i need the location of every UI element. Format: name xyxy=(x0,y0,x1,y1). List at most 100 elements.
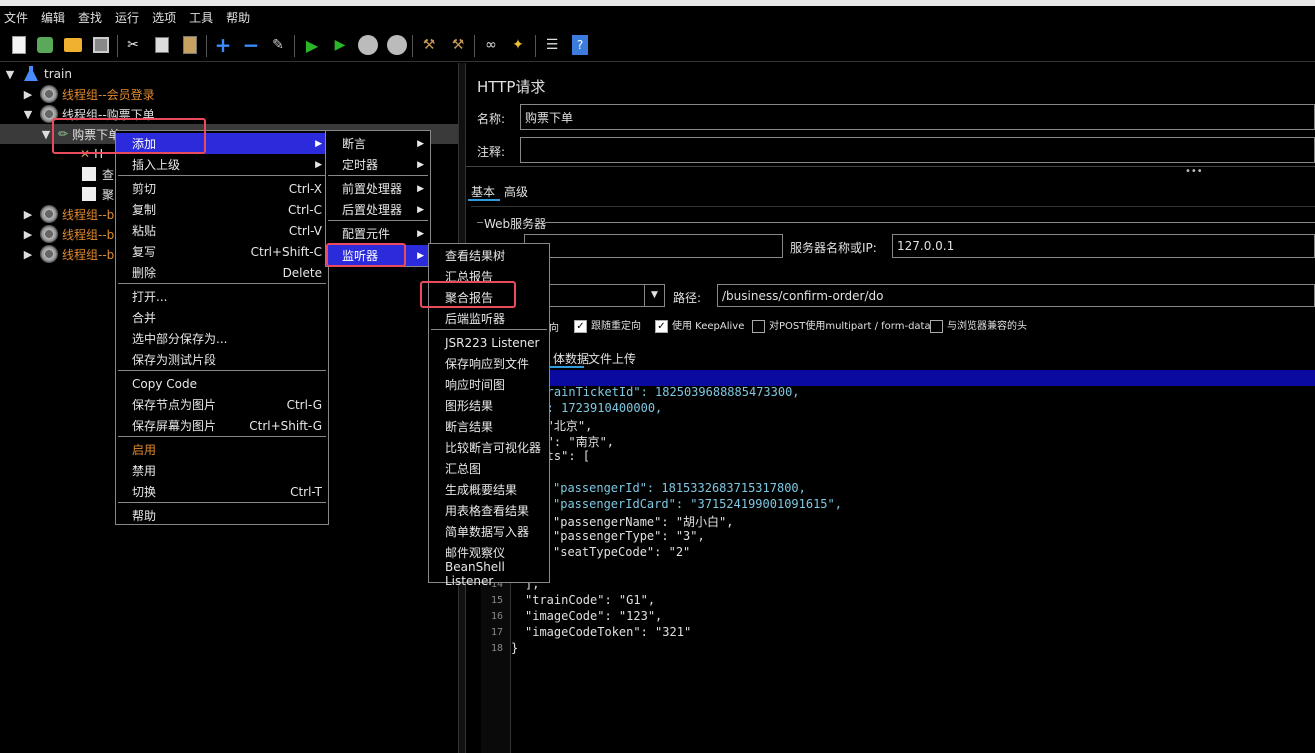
name-field[interactable]: 购票下单 xyxy=(520,104,1315,130)
ctx-item[interactable]: 剪切 Ctrl-X xyxy=(116,178,328,199)
add-submenu-item[interactable]: 定时器 ▶ xyxy=(326,154,430,175)
ctx-item-label: 选中部分保存为... xyxy=(132,332,228,346)
menu-tools[interactable]: 工具 xyxy=(189,9,213,26)
shortcut-label: Ctrl-V xyxy=(288,223,322,238)
stop-icon[interactable] xyxy=(357,34,379,56)
listener-submenu-item[interactable]: JSR223 Listener xyxy=(429,332,549,353)
menu-file[interactable]: 文件 xyxy=(4,9,28,26)
ctx-item[interactable]: 保存屏幕为图片 Ctrl+Shift-G xyxy=(116,415,328,436)
tree-root[interactable]: ▼ train xyxy=(0,64,458,84)
ctx-item[interactable]: 复写 Ctrl+Shift-C xyxy=(116,241,328,262)
body-editor[interactable]: lyTrainTicketId": 1825039688885473300, te… xyxy=(481,370,1315,753)
paste-icon[interactable] xyxy=(179,34,201,56)
thread-group-icon xyxy=(40,85,58,103)
chevron-down-icon[interactable]: ▼ xyxy=(644,285,664,306)
new-icon[interactable] xyxy=(8,34,30,56)
clear-all-icon[interactable]: ⚒ xyxy=(447,34,469,56)
protocol-field[interactable] xyxy=(524,234,783,258)
ctx-item[interactable]: 合并 xyxy=(116,307,328,328)
toggle-icon[interactable]: ✎ xyxy=(267,34,289,56)
listener-submenu-item[interactable]: 保存响应到文件 xyxy=(429,353,549,374)
tab-advanced[interactable]: 高级 xyxy=(504,183,528,200)
listener-submenu-item[interactable]: 用表格查看结果 xyxy=(429,500,549,521)
listener-submenu-item[interactable]: 比较断言可视化器 xyxy=(429,437,549,458)
shortcut-label: Delete xyxy=(282,265,322,280)
listener-submenu-item[interactable]: 响应时间图 xyxy=(429,374,549,395)
templates-icon[interactable] xyxy=(34,34,56,56)
ctx-item[interactable]: 帮助 xyxy=(116,505,328,526)
start-no-pause-icon[interactable]: ▶ xyxy=(329,34,351,56)
listener-icon xyxy=(82,167,96,181)
function-helper-icon[interactable]: ☰ xyxy=(541,34,563,56)
save-icon[interactable] xyxy=(90,34,112,56)
ctx-item-label: 保存屏幕为图片 xyxy=(132,419,217,433)
cut-icon[interactable]: ✂ xyxy=(122,34,144,56)
ctx-item-label: 禁用 xyxy=(132,464,157,478)
toolbar: ✂ + − ✎ ▶ ▶ ⚒ ⚒ ∞ ✦ ☰ ? xyxy=(0,28,1315,62)
copy-icon[interactable] xyxy=(151,34,173,56)
ctx-item[interactable]: 选中部分保存为... xyxy=(116,328,328,349)
browser-headers-checkbox[interactable]: 与浏览器兼容的头 xyxy=(930,317,1027,333)
tab-body-data[interactable]: 体数据 xyxy=(553,350,589,367)
shutdown-icon[interactable] xyxy=(386,34,408,56)
ctx-item[interactable]: 保存为测试片段 xyxy=(116,349,328,370)
menu-help[interactable]: 帮助 xyxy=(226,9,250,26)
code-line: "imageCode": "123", xyxy=(525,609,663,623)
ctx-item[interactable]: 复制 Ctrl-C xyxy=(116,199,328,220)
add-submenu-item[interactable]: 后置处理器 ▶ xyxy=(326,199,430,220)
listener-submenu-item[interactable]: 生成概要结果 xyxy=(429,479,549,500)
highlight-listener xyxy=(326,243,406,267)
reset-search-icon[interactable]: ✦ xyxy=(507,34,529,56)
ctx-item-label: 保存为测试片段 xyxy=(132,353,217,367)
menu-run[interactable]: 运行 xyxy=(115,9,139,26)
ctx-item[interactable]: 切换 Ctrl-T xyxy=(116,481,328,502)
menu-options[interactable]: 选项 xyxy=(152,9,176,26)
help-icon[interactable]: ? xyxy=(569,34,591,56)
ctx-item[interactable]: 启用 xyxy=(116,439,328,460)
open-icon[interactable] xyxy=(62,34,84,56)
tab-basic[interactable]: 基本 xyxy=(471,183,495,200)
ctx-item[interactable]: 删除 Delete xyxy=(116,262,328,283)
add-submenu-item[interactable]: 配置元件 ▶ xyxy=(326,223,430,244)
listener-submenu-item[interactable]: 汇总图 xyxy=(429,458,549,479)
listener-submenu-item[interactable]: 后端监听器 xyxy=(429,308,549,329)
comment-field[interactable] xyxy=(520,137,1315,163)
line-number: 15 xyxy=(490,595,503,606)
highlight-aggregate-report xyxy=(420,281,516,308)
splitter-grip[interactable]: ••• xyxy=(1185,166,1203,177)
start-icon[interactable]: ▶ xyxy=(301,34,323,56)
ctx-item-label: 复制 xyxy=(132,203,157,217)
keepalive-checkbox[interactable]: ✓ 使用 KeepAlive xyxy=(655,317,744,333)
collapse-icon[interactable]: − xyxy=(240,33,262,57)
follow-redirects-checkbox[interactable]: ✓ 跟随重定向 xyxy=(574,317,641,333)
listener-submenu-item[interactable]: BeanShell Listener xyxy=(429,560,549,588)
menu-find[interactable]: 查找 xyxy=(78,9,102,26)
submenu-arrow-icon: ▶ xyxy=(417,250,424,261)
tree-item-login[interactable]: ▶ 线程组--会员登录 xyxy=(0,84,458,104)
ctx-item[interactable]: 粘贴 Ctrl-V xyxy=(116,220,328,241)
server-field[interactable]: 127.0.0.1 xyxy=(892,234,1315,258)
ctx-item[interactable]: 保存节点为图片 Ctrl-G xyxy=(116,394,328,415)
menu-edit[interactable]: 编辑 xyxy=(41,9,65,26)
ctx-item[interactable]: 禁用 xyxy=(116,460,328,481)
path-field[interactable]: /business/confirm-order/do xyxy=(717,284,1315,307)
search-icon[interactable]: ∞ xyxy=(480,34,502,56)
ctx-item[interactable]: Copy Code xyxy=(116,373,328,394)
clear-icon[interactable]: ⚒ xyxy=(418,34,440,56)
ctx-item-label: 帮助 xyxy=(132,509,157,523)
listener-submenu-item[interactable]: 简单数据写入器 xyxy=(429,521,549,542)
listener-submenu-item[interactable]: 图形结果 xyxy=(429,395,549,416)
expand-icon[interactable]: + xyxy=(212,33,234,57)
ctx-item[interactable]: 插入上级 ▶ xyxy=(116,154,328,175)
code-line: "passengerIdCard": "371524199001091615", xyxy=(553,497,842,511)
add-submenu-item[interactable]: 断言 ▶ xyxy=(326,133,430,154)
ctx-item[interactable]: 打开... xyxy=(116,286,328,307)
code-line: "passengerName": "胡小白", xyxy=(553,515,734,529)
add-submenu-item[interactable]: 前置处理器 ▶ xyxy=(326,178,430,199)
listener-submenu-item[interactable]: 查看结果树 xyxy=(429,245,549,266)
tab-file-upload[interactable]: 文件上传 xyxy=(588,350,636,367)
ctx-item-label: 复写 xyxy=(132,245,157,259)
code-line: "passengerType": "3", xyxy=(553,529,705,543)
multipart-checkbox[interactable]: 对POST使用multipart / form-data xyxy=(752,317,931,333)
listener-submenu-item[interactable]: 断言结果 xyxy=(429,416,549,437)
